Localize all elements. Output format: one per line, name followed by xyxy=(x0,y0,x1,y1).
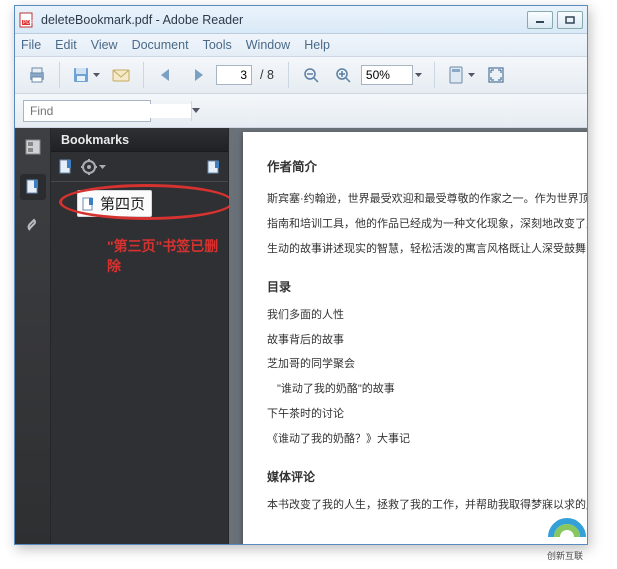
separator xyxy=(434,62,435,88)
bookmarks-toolbar xyxy=(51,152,228,182)
doc-text: 生动的故事讲述现实的智慧，轻松活泼的寓言风格既让人深受鼓舞，又让人 xyxy=(267,239,587,260)
page-total-label: / 8 xyxy=(260,68,274,82)
menu-tools[interactable]: Tools xyxy=(203,38,232,52)
doc-text: 本书改变了我的人生，拯救了我的工作，并帮助我取得梦寐以求的成功。 xyxy=(267,495,587,516)
find-toolbar xyxy=(15,94,587,128)
doc-text: 芝加哥的同学聚会 xyxy=(267,354,587,375)
prev-page-button[interactable] xyxy=(152,61,180,89)
bookmarks-header: Bookmarks xyxy=(51,128,228,152)
doc-text: 《谁动了我的奶酪？》大事记 xyxy=(267,429,587,450)
doc-heading: 媒体评论 xyxy=(267,468,587,485)
zoom-level-input[interactable] xyxy=(361,65,413,85)
email-button[interactable] xyxy=(107,61,135,89)
separator xyxy=(59,62,60,88)
doc-text: "谁动了我的奶酪"的故事 xyxy=(267,379,587,400)
doc-heading: 目录 xyxy=(267,278,587,295)
navigation-rail xyxy=(15,128,51,544)
separator xyxy=(288,62,289,88)
scroll-mode-button[interactable] xyxy=(443,61,478,89)
main-toolbar: / 8 xyxy=(15,56,587,94)
menu-edit[interactable]: Edit xyxy=(55,38,77,52)
chevron-down-icon xyxy=(468,73,475,77)
separator xyxy=(143,62,144,88)
doc-heading: 作者简介 xyxy=(267,156,587,175)
bookmark-options-button[interactable] xyxy=(81,159,106,175)
menu-file[interactable]: File xyxy=(21,38,41,52)
page-number-input[interactable] xyxy=(216,65,252,85)
chevron-down-icon xyxy=(93,73,100,77)
menu-window[interactable]: Window xyxy=(246,38,290,52)
doc-text: 下午茶时的讨论 xyxy=(267,404,587,425)
menu-document[interactable]: Document xyxy=(132,38,189,52)
zoom-in-button[interactable] xyxy=(329,61,357,89)
next-page-button[interactable] xyxy=(184,61,212,89)
find-combo[interactable] xyxy=(23,100,151,122)
pdf-file-icon: PDF xyxy=(19,12,35,28)
titlebar: PDF deleteBookmark.pdf - Adobe Reader xyxy=(15,6,587,34)
attachments-tab[interactable] xyxy=(20,214,46,240)
bookmark-item[interactable]: 第四页 xyxy=(77,190,152,217)
doc-text: 我们多面的人性 xyxy=(267,305,587,326)
fullscreen-button[interactable] xyxy=(482,61,510,89)
bookmark-new-icon[interactable] xyxy=(57,158,75,176)
content-area: Bookmarks 第四页 "第 xyxy=(15,128,587,544)
bookmarks-tree: 第四页 "第三页"书签已删除 xyxy=(51,182,228,544)
watermark-logo: 创新互联 xyxy=(541,513,611,563)
bookmark-label: 第四页 xyxy=(100,193,145,214)
thumbnails-tab[interactable] xyxy=(20,134,46,160)
find-input[interactable] xyxy=(24,104,191,118)
zoom-out-button[interactable] xyxy=(297,61,325,89)
save-button[interactable] xyxy=(68,61,103,89)
bookmarks-tab[interactable] xyxy=(20,174,46,200)
svg-text:创新互联: 创新互联 xyxy=(547,550,583,561)
minimize-button[interactable] xyxy=(527,11,553,29)
bookmarks-panel: Bookmarks 第四页 "第 xyxy=(51,128,229,544)
doc-text: 故事背后的故事 xyxy=(267,330,587,351)
print-button[interactable] xyxy=(23,61,51,89)
doc-text: 斯宾塞·约翰逊，世界最受欢迎和最受尊敬的作家之一。作为世界顶尖企业和知名组织广泛… xyxy=(267,189,587,210)
doc-text: 指南和培训工具，他的作品已经成为一种文化现象，深刻地改变了人们的生活。斯宾塞博士… xyxy=(267,214,587,235)
menu-view[interactable]: View xyxy=(91,38,118,52)
bookmark-icon xyxy=(82,197,96,211)
window-title: deleteBookmark.pdf - Adobe Reader xyxy=(41,13,523,27)
document-viewport[interactable]: 作者简介 斯宾塞·约翰逊，世界最受欢迎和最受尊敬的作家之一。作为世界顶尖企业和知… xyxy=(229,128,587,544)
application-window: PDF deleteBookmark.pdf - Adobe Reader Fi… xyxy=(14,5,588,545)
menu-help[interactable]: Help xyxy=(304,38,330,52)
document-page: 作者简介 斯宾塞·约翰逊，世界最受欢迎和最受尊敬的作家之一。作为世界顶尖企业和知… xyxy=(243,132,587,544)
menubar: File Edit View Document Tools Window Hel… xyxy=(15,34,587,56)
find-dropdown-button[interactable] xyxy=(191,101,200,121)
svg-text:PDF: PDF xyxy=(23,20,33,26)
chevron-down-icon[interactable] xyxy=(415,73,422,77)
maximize-button[interactable] xyxy=(557,11,583,29)
annotation-text: "第三页"书签已删除 xyxy=(107,236,228,276)
goto-bookmark-icon[interactable] xyxy=(206,159,222,175)
